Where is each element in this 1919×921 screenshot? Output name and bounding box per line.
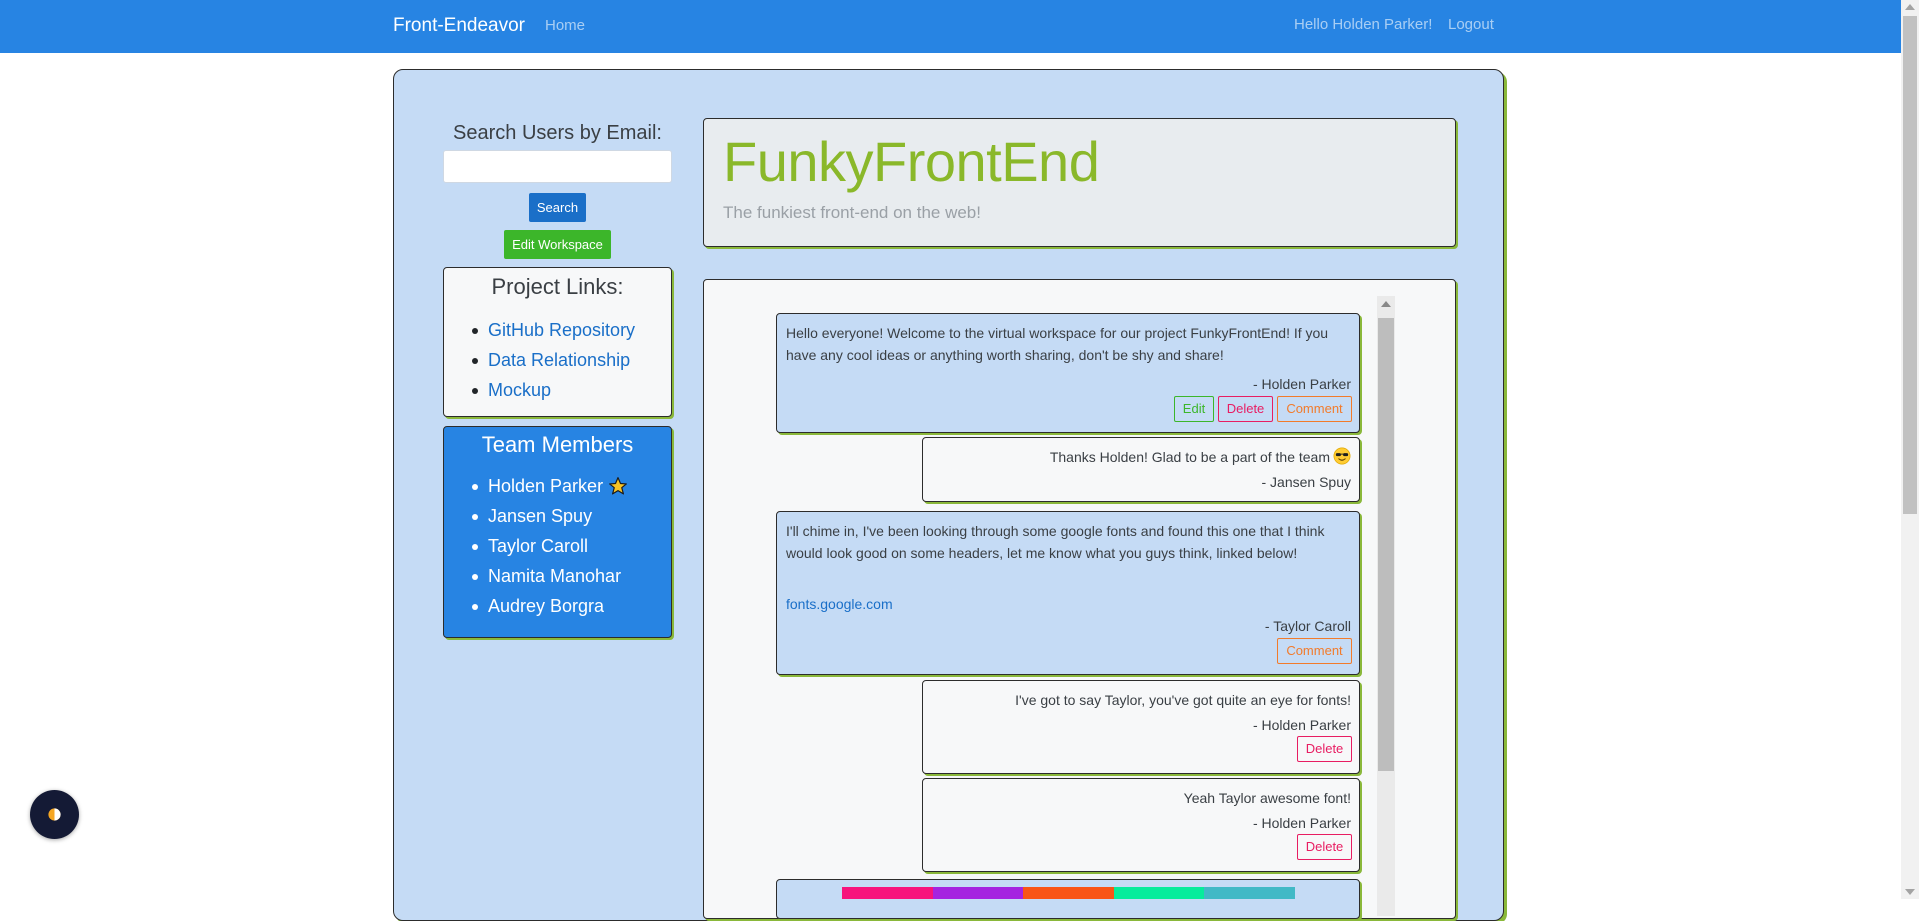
- nav-greeting-link[interactable]: Hello Holden Parker!: [1294, 16, 1432, 33]
- sunglasses-emoji-icon: [1333, 447, 1351, 465]
- message-post: I'll chime in, I've been looking through…: [776, 511, 1360, 675]
- message-text: I'll chime in, I've been looking through…: [786, 523, 1325, 561]
- message-post: [776, 879, 1360, 919]
- message-reply: I've got to say Taylor, you've got quite…: [922, 680, 1360, 774]
- palette-swatch: [1023, 887, 1114, 899]
- team-members-panel: Team Members Holden Parker Jansen Spuy T…: [443, 426, 672, 638]
- theme-toggle-icon: [48, 808, 61, 821]
- scrollbar-thumb[interactable]: [1903, 16, 1917, 514]
- palette-swatch: [1204, 887, 1295, 899]
- team-members-title: Team Members: [481, 432, 634, 457]
- scrollbar-thumb[interactable]: [1378, 318, 1394, 771]
- project-links-panel: Project Links: GitHub Repository Data Re…: [443, 267, 672, 417]
- nav-home-link[interactable]: Home: [545, 17, 585, 34]
- message-reply: Thanks Holden! Glad to be a part of the …: [922, 437, 1360, 502]
- workspace-header: FunkyFrontEnd The funkiest front-end on …: [703, 118, 1456, 247]
- workspace-title: FunkyFrontEnd: [723, 130, 1100, 193]
- scroll-down-icon[interactable]: [1905, 889, 1915, 895]
- palette-swatch: [933, 887, 1023, 899]
- link-data-relationship[interactable]: Data Relationship: [471, 345, 635, 375]
- workspace-subtitle: The funkiest front-end on the web!: [723, 203, 981, 222]
- message-author: - Taylor Caroll: [1264, 618, 1351, 634]
- palette-swatch: [842, 887, 933, 899]
- team-member: Namita Manohar: [471, 561, 628, 591]
- message-author: - Holden Parker: [1252, 717, 1351, 733]
- page-scrollbar[interactable]: [1901, 0, 1919, 899]
- scroll-up-icon[interactable]: [1381, 301, 1391, 307]
- message-author: - Holden Parker: [1252, 815, 1351, 831]
- message-text: I've got to say Taylor, you've got quite…: [1015, 692, 1351, 708]
- delete-button[interactable]: Delete: [1297, 834, 1352, 860]
- search-email-input[interactable]: [443, 150, 672, 183]
- star-icon: [609, 477, 627, 495]
- team-member: Jansen Spuy: [471, 501, 628, 531]
- message-text: Thanks Holden! Glad to be a part of the …: [932, 446, 1351, 468]
- project-links-list: GitHub Repository Data Relationship Mock…: [471, 315, 635, 405]
- message-author: - Holden Parker: [1252, 376, 1351, 392]
- message-text-content: Thanks Holden! Glad to be a part of the …: [1049, 449, 1330, 465]
- comment-button[interactable]: Comment: [1277, 638, 1352, 664]
- search-button[interactable]: Search: [529, 193, 586, 222]
- palette-swatch: [1114, 887, 1204, 899]
- message-link[interactable]: fonts.google.com: [786, 596, 893, 612]
- nav-logout-link[interactable]: Logout: [1448, 16, 1494, 33]
- comment-button[interactable]: Comment: [1277, 396, 1352, 422]
- link-mockup[interactable]: Mockup: [471, 375, 635, 405]
- message-reply: Yeah Taylor awesome font! - Holden Parke…: [922, 778, 1360, 872]
- message-board-scrollbar[interactable]: [1377, 296, 1395, 916]
- theme-toggle-button[interactable]: [30, 790, 79, 839]
- team-member-name: Holden Parker: [488, 476, 604, 496]
- navbar: Front-Endeavor Home Hello Holden Parker!…: [0, 0, 1901, 53]
- team-members-list: Holden Parker Jansen Spuy Taylor Caroll …: [471, 471, 628, 621]
- scroll-up-icon[interactable]: [1905, 4, 1915, 10]
- message-author: - Jansen Spuy: [1261, 474, 1352, 490]
- link-github-repository[interactable]: GitHub Repository: [471, 315, 635, 345]
- team-member: Taylor Caroll: [471, 531, 628, 561]
- edit-workspace-button[interactable]: Edit Workspace: [504, 230, 611, 259]
- project-links-title: Project Links:: [491, 274, 624, 299]
- brand-link[interactable]: Front-Endeavor: [393, 15, 525, 37]
- message-text: Hello everyone! Welcome to the virtual w…: [786, 325, 1329, 363]
- team-member: Audrey Borgra: [471, 591, 628, 621]
- delete-button[interactable]: Delete: [1297, 736, 1352, 762]
- team-member: Holden Parker: [471, 471, 628, 501]
- message-post: Hello everyone! Welcome to the virtual w…: [776, 313, 1360, 433]
- delete-button[interactable]: Delete: [1218, 396, 1273, 422]
- message-text: Yeah Taylor awesome font!: [1183, 790, 1351, 806]
- edit-button[interactable]: Edit: [1174, 396, 1214, 422]
- search-label: Search Users by Email:: [453, 122, 662, 144]
